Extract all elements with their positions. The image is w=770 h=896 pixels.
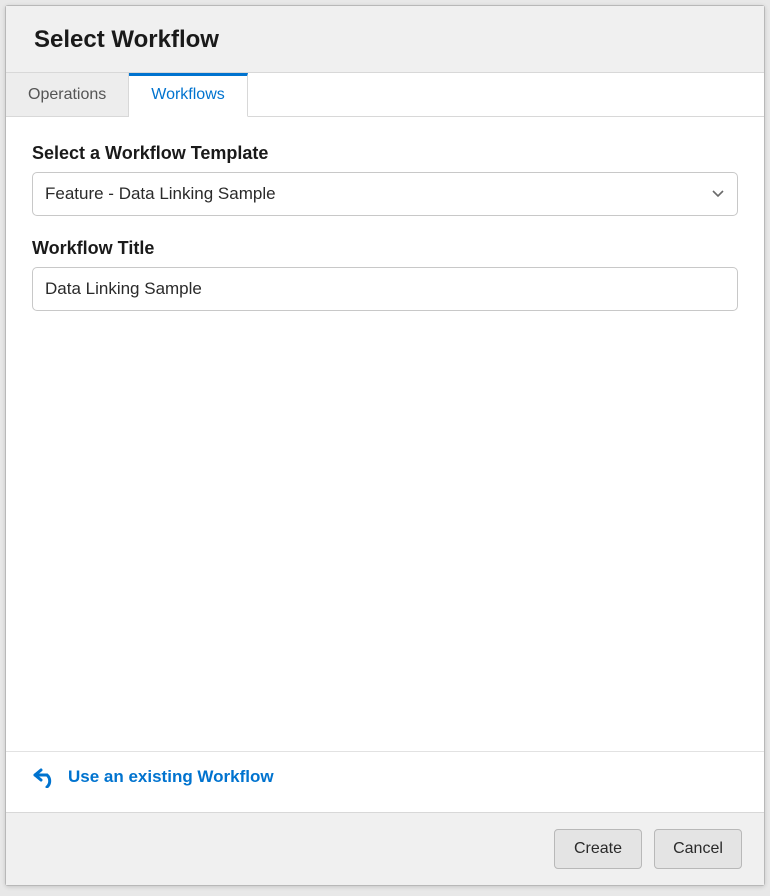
create-button[interactable]: Create: [554, 829, 642, 869]
tab-workflows[interactable]: Workflows: [129, 73, 248, 117]
title-field-group: Workflow Title: [32, 238, 738, 311]
title-field-label: Workflow Title: [32, 238, 738, 259]
body-spacer: [32, 333, 738, 751]
undo-icon: [32, 766, 58, 788]
use-existing-workflow-link[interactable]: Use an existing Workflow: [68, 767, 274, 787]
dialog-header: Select Workflow: [6, 6, 764, 73]
dialog-footer: Create Cancel: [6, 812, 764, 885]
workflow-title-input[interactable]: [32, 267, 738, 311]
dialog-title: Select Workflow: [34, 26, 736, 54]
template-field-group: Select a Workflow Template Feature - Dat…: [32, 143, 738, 216]
template-select[interactable]: Feature - Data Linking Sample: [32, 172, 738, 216]
dialog-body: Select a Workflow Template Feature - Dat…: [6, 117, 764, 812]
tabs-row: Operations Workflows: [6, 73, 764, 117]
template-select-wrap: Feature - Data Linking Sample: [32, 172, 738, 216]
use-existing-workflow-row[interactable]: Use an existing Workflow: [6, 751, 764, 802]
cancel-button[interactable]: Cancel: [654, 829, 742, 869]
template-field-label: Select a Workflow Template: [32, 143, 738, 164]
select-workflow-dialog: Select Workflow Operations Workflows Sel…: [5, 5, 765, 886]
tab-operations[interactable]: Operations: [6, 73, 129, 117]
